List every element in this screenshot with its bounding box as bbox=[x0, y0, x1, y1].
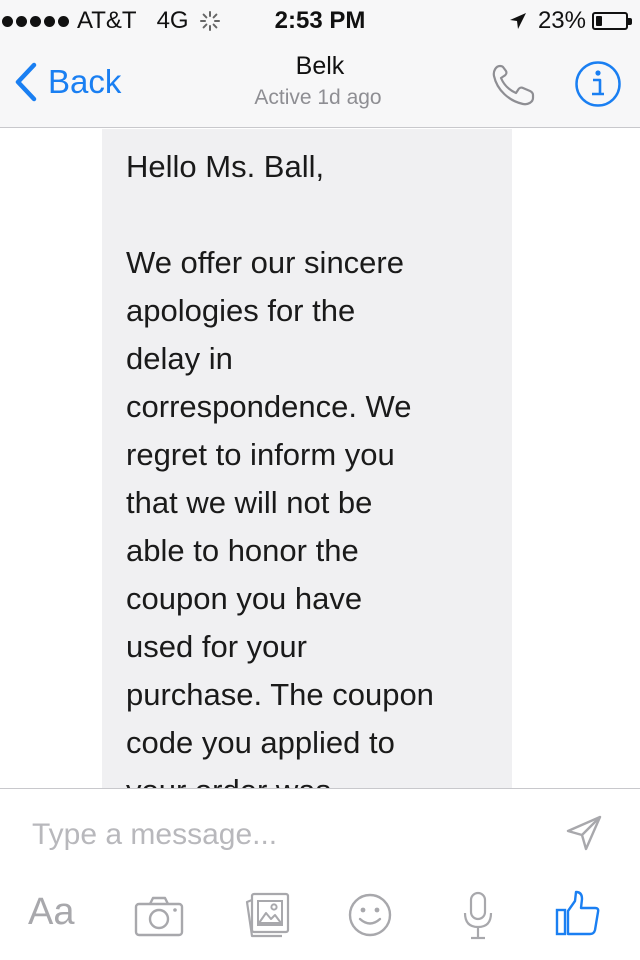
battery-icon bbox=[592, 12, 632, 30]
battery-fill bbox=[596, 16, 602, 26]
message-body: We offer our sincere apologies for the d… bbox=[126, 245, 434, 788]
like-icon bbox=[555, 890, 600, 936]
location-arrow-icon bbox=[509, 13, 526, 29]
message-bubble[interactable]: Hello Ms. Ball, We offer our sincere apo… bbox=[102, 129, 512, 788]
navigation-bar: Back Belk Active 1d ago bbox=[0, 40, 640, 128]
camera-icon bbox=[134, 896, 184, 937]
emoji-button[interactable] bbox=[348, 893, 392, 942]
composer-toolbar: Aa bbox=[0, 889, 640, 949]
active-status: Active 1d ago bbox=[254, 86, 382, 109]
emoji-icon bbox=[348, 893, 392, 937]
camera-button[interactable] bbox=[134, 895, 184, 942]
text-style-button[interactable]: Aa bbox=[28, 891, 74, 934]
like-button[interactable] bbox=[554, 889, 602, 942]
contact-name[interactable]: Belk bbox=[0, 52, 640, 81]
info-icon bbox=[575, 61, 621, 107]
send-button[interactable] bbox=[564, 813, 604, 858]
call-button[interactable] bbox=[490, 62, 538, 113]
voice-button[interactable] bbox=[462, 891, 494, 946]
status-right: 23% bbox=[508, 7, 632, 35]
phone-icon bbox=[492, 64, 535, 106]
status-bar: AT&T 4G 2:53 PM 23% bbox=[0, 0, 640, 40]
send-icon bbox=[566, 815, 602, 851]
gallery-button[interactable] bbox=[244, 891, 292, 944]
gallery-icon bbox=[245, 892, 290, 938]
battery-percent: 23% bbox=[537, 7, 586, 34]
conversation-view[interactable]: Hello Ms. Ball, We offer our sincere apo… bbox=[0, 129, 640, 788]
message-greeting: Hello Ms. Ball, bbox=[126, 149, 325, 184]
microphone-icon bbox=[463, 891, 493, 940]
messenger-screen: AT&T 4G 2:53 PM 23% Back Belk Active 1d … bbox=[0, 0, 640, 960]
message-input[interactable] bbox=[32, 815, 532, 855]
message-composer: Aa bbox=[0, 788, 640, 960]
info-button[interactable] bbox=[574, 60, 622, 113]
